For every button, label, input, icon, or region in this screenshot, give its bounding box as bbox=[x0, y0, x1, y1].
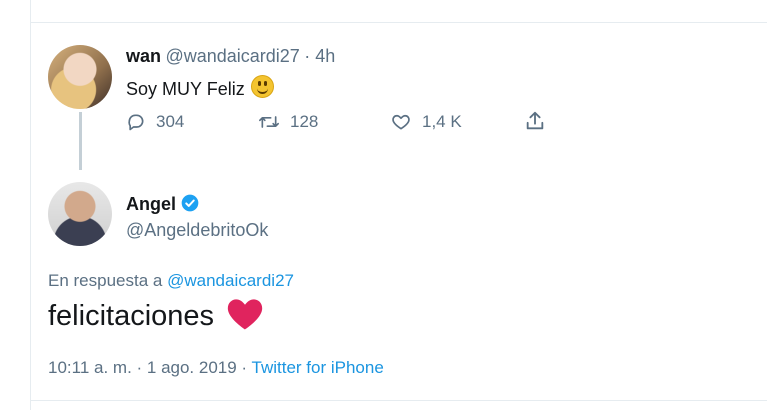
retweet-count: 128 bbox=[290, 112, 319, 131]
parent-tweet-time[interactable]: · 4h bbox=[304, 46, 335, 66]
verified-badge-icon bbox=[181, 194, 199, 212]
retweet-button[interactable]: 128 bbox=[258, 112, 318, 132]
avatar-wan[interactable] bbox=[48, 45, 112, 109]
reply-tweet-name-row: Angel bbox=[126, 193, 200, 215]
like-button[interactable]: 1,4 K bbox=[390, 112, 462, 132]
avatar-angel[interactable] bbox=[48, 182, 112, 246]
reply-context-handle-link[interactable]: @wandaicardi27 bbox=[167, 271, 294, 290]
reply-tweet-source-link[interactable]: Twitter for iPhone bbox=[252, 358, 384, 377]
reply-tweet-meta: 10:11 a. m. · 1 ago. 2019 · Twitter for … bbox=[48, 358, 384, 378]
parent-tweet-handle[interactable]: @wandaicardi27 bbox=[165, 46, 299, 66]
reply-count: 304 bbox=[156, 112, 185, 131]
reply-context-prefix: En respuesta a bbox=[48, 271, 163, 290]
timeline-border-left bbox=[30, 0, 31, 410]
reply-tweet-text-content: felicitaciones bbox=[48, 300, 215, 332]
reply-tweet-name[interactable]: Angel bbox=[126, 194, 176, 214]
reply-tweet-handle[interactable]: @AngeldebritoOk bbox=[126, 220, 268, 241]
smiley-emoji-icon bbox=[250, 75, 274, 98]
red-heart-emoji-icon bbox=[227, 299, 263, 330]
retweet-icon bbox=[259, 116, 279, 128]
parent-tweet-name[interactable]: wan bbox=[126, 46, 161, 66]
share-button[interactable] bbox=[524, 110, 556, 132]
reply-icon bbox=[128, 114, 144, 131]
reply-tweet-text: felicitaciones bbox=[48, 297, 264, 333]
top-divider bbox=[30, 22, 767, 23]
share-icon bbox=[526, 111, 544, 130]
like-count: 1,4 K bbox=[422, 112, 462, 131]
parent-tweet-text: Soy MUY Feliz bbox=[126, 75, 274, 100]
reply-context: En respuesta a @wandaicardi27 bbox=[48, 271, 294, 291]
parent-tweet-text-content: Soy MUY Feliz bbox=[126, 79, 245, 99]
thread-connector-line bbox=[79, 112, 82, 170]
parent-tweet-header: wan @wandaicardi27 · 4h bbox=[126, 46, 335, 67]
reply-button[interactable]: 304 bbox=[126, 112, 184, 132]
bottom-divider bbox=[30, 400, 767, 401]
heart-icon bbox=[392, 114, 410, 130]
reply-tweet-date[interactable]: 10:11 a. m. · 1 ago. 2019 · bbox=[48, 358, 247, 377]
